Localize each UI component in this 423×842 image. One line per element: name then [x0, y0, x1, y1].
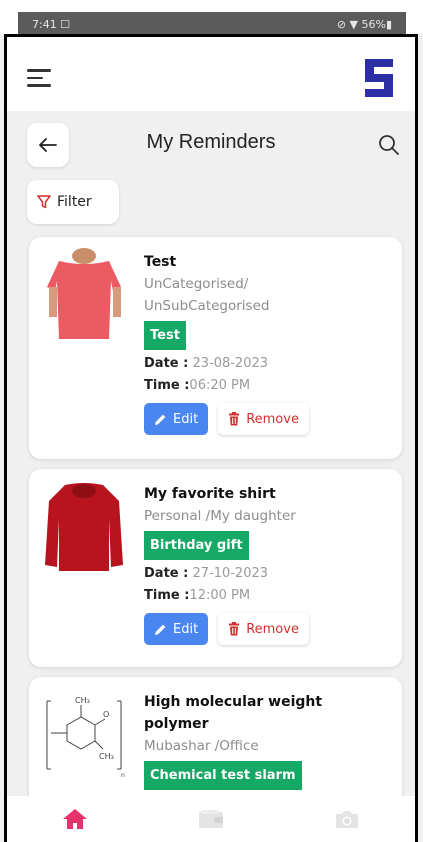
reminder-card[interactable]: My favorite shirt Personal /My daughter …: [29, 469, 402, 667]
reminder-tag: Test: [144, 321, 186, 350]
filter-icon: [37, 195, 51, 209]
app-bar: [7, 37, 415, 111]
nav-wallet[interactable]: [191, 804, 231, 834]
filter-button[interactable]: Filter: [27, 180, 119, 224]
remove-label: Remove: [246, 411, 299, 427]
svg-text:CH₃: CH₃: [99, 752, 114, 761]
edit-button[interactable]: Edit: [144, 403, 209, 435]
svg-text:O: O: [103, 710, 109, 719]
trash-icon: [229, 412, 240, 426]
reminder-actions: Edit Remove: [144, 403, 392, 435]
bottom-navigation: [7, 796, 415, 842]
reminder-category: Mubashar /Office: [144, 738, 259, 754]
reminder-title: Test: [144, 254, 177, 270]
edit-label: Edit: [173, 621, 199, 637]
nav-home[interactable]: [55, 804, 95, 834]
search-icon[interactable]: [377, 133, 401, 157]
reminder-subcategory: UnSubCategorised: [144, 298, 270, 314]
svg-text:CH₃: CH₃: [75, 696, 90, 705]
page-title: My Reminders: [146, 131, 276, 153]
wallet-icon: [199, 810, 223, 828]
status-icons: ⊘ ▼ 56%▮: [336, 17, 392, 31]
reminder-tag: Birthday gift: [144, 531, 249, 560]
remove-label: Remove: [246, 621, 299, 637]
reminder-info: High molecular weight polymer Mubashar /…: [144, 691, 392, 793]
title-bar: My Reminders: [7, 123, 415, 173]
reminder-info: My favorite shirt Personal /My daughter …: [144, 483, 392, 645]
status-bar: 7:41 ☐ ⊘ ▼ 56%▮: [18, 12, 406, 36]
status-time: 7:41 ☐: [32, 17, 71, 31]
product-image-sweater: [41, 479, 127, 575]
reminder-card[interactable]: Test UnCategorised/ UnSubCategorised Tes…: [29, 237, 402, 459]
reminder-title: My favorite shirt: [144, 486, 276, 502]
reminder-tag: Chemical test slarm: [144, 761, 302, 790]
pencil-icon: [155, 414, 166, 425]
reminder-date: Date : 23-08-2023: [144, 356, 269, 371]
product-image-tshirt: [41, 247, 127, 343]
reminder-title-line-2: polymer: [144, 716, 209, 732]
trash-icon: [229, 622, 240, 636]
reminder-info: Test UnCategorised/ UnSubCategorised Tes…: [144, 251, 392, 435]
reminder-time: Time :06:20 PM: [144, 378, 251, 393]
edit-button[interactable]: Edit: [144, 613, 209, 645]
remove-button[interactable]: Remove: [218, 403, 309, 435]
app-logo: [365, 59, 393, 97]
edit-label: Edit: [173, 411, 199, 427]
reminder-category: UnCategorised/: [144, 276, 249, 292]
reminder-category: Personal /My daughter: [144, 508, 296, 524]
reminder-date: Date : 27-10-2023: [144, 566, 269, 581]
nav-camera[interactable]: [327, 804, 367, 834]
reminder-actions: Edit Remove: [144, 613, 392, 645]
home-icon: [63, 809, 87, 829]
camera-icon: [336, 811, 358, 828]
app-screen: My Reminders Filter Test UnCategorised/ …: [4, 34, 418, 842]
pencil-icon: [155, 624, 166, 635]
reminder-title-line-1: High molecular weight: [144, 694, 323, 710]
svg-text:n: n: [121, 772, 125, 779]
product-image-chemical-structure: CH₃ O CH₃ n: [41, 687, 127, 783]
reminder-time: Time :12:00 PM: [144, 588, 251, 603]
menu-icon[interactable]: [27, 69, 51, 87]
remove-button[interactable]: Remove: [218, 613, 309, 645]
filter-label: Filter: [57, 194, 92, 210]
